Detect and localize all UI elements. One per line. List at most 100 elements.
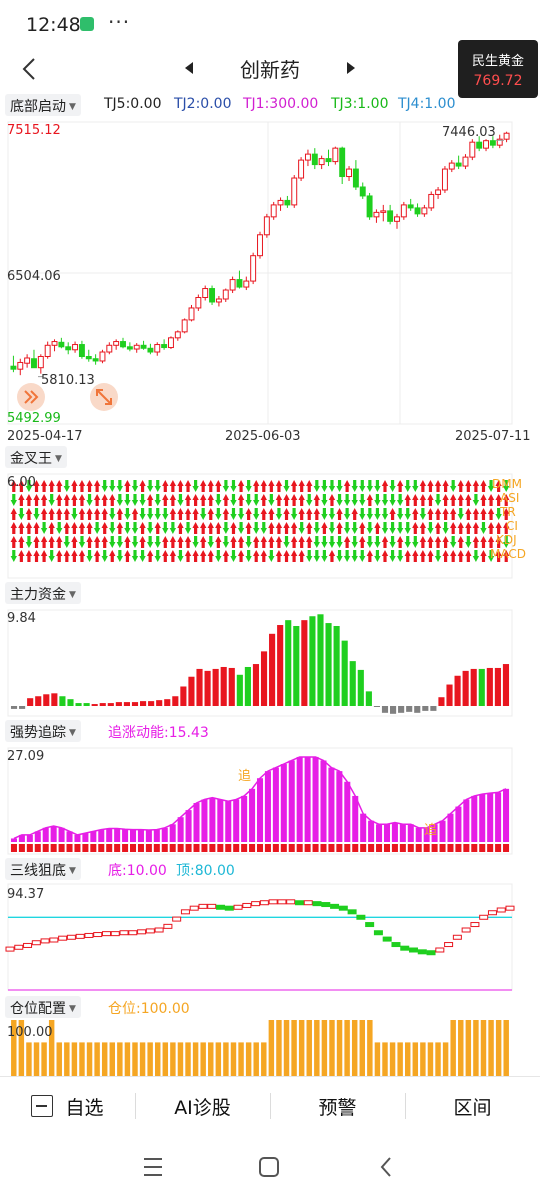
golden-cross-up-arrow — [434, 522, 442, 534]
death-cross-down-arrow — [56, 522, 63, 534]
triple-line-segment — [145, 928, 155, 934]
momentum-base-bar — [233, 844, 240, 852]
death-cross-down-arrow — [253, 522, 260, 534]
position-chart[interactable]: 100.00 — [0, 1020, 540, 1076]
golden-cross-up-arrow — [169, 550, 177, 562]
watchlist-tab[interactable]: 自选 — [0, 1077, 135, 1135]
triple-chart-panel[interactable]: 94.37 — [0, 882, 540, 992]
death-cross-down-arrow — [313, 550, 320, 562]
track-indicator-tag[interactable]: 强势追踪 ▼ — [5, 720, 81, 742]
golden-cross-up-arrow — [245, 508, 252, 520]
momentum-bar — [241, 795, 248, 842]
golden-cross-up-arrow — [260, 494, 267, 506]
momentum-base-bar — [225, 844, 232, 852]
kline-indicator-tag[interactable]: 底部启动 ▼ — [5, 94, 81, 116]
menu-icon[interactable] — [144, 1158, 162, 1176]
triple-indicator-tag[interactable]: 三线狙底 ▼ — [5, 858, 81, 880]
golden-cross-up-arrow — [200, 536, 207, 548]
position-bar — [473, 1020, 479, 1076]
death-cross-down-arrow — [389, 536, 396, 548]
position-bar — [420, 1042, 426, 1076]
prev-stock-icon[interactable] — [182, 59, 196, 77]
death-cross-down-arrow — [162, 508, 169, 520]
triple-indicator-row: 三线狙底 ▼ 底:10.00 顶:80.00 — [0, 856, 540, 882]
triple-line-segment — [452, 934, 462, 940]
position-bar — [298, 1020, 305, 1076]
jcw-chart[interactable]: 6.00 DMM ASI TR CI KDJ MACD — [0, 470, 540, 580]
back-icon[interactable] — [16, 52, 46, 86]
alert-tab[interactable]: 预警 — [270, 1077, 405, 1135]
death-cross-down-arrow — [146, 522, 154, 534]
golden-cross-up-arrow — [86, 522, 93, 534]
golden-cross-up-arrow — [290, 480, 298, 492]
death-cross-down-arrow — [351, 550, 358, 562]
ai-diagnosis-tab[interactable]: AI诊股 — [135, 1077, 270, 1135]
fund-flow-bar — [398, 706, 405, 713]
death-cross-down-arrow — [10, 494, 17, 506]
death-cross-down-arrow — [33, 508, 40, 520]
golden-cross-up-arrow — [184, 550, 192, 562]
kline-chart[interactable]: 7515.12 6504.06 5492.99 7446.03 5810.13 … — [0, 118, 540, 446]
golden-cross-up-arrow — [162, 480, 169, 492]
death-cross-down-arrow — [253, 494, 260, 506]
triple-chart[interactable]: 94.37 — [0, 882, 540, 992]
candle — [284, 199, 291, 206]
death-cross-down-arrow — [237, 522, 245, 534]
golden-cross-up-arrow — [290, 494, 298, 506]
position-chart-panel[interactable]: 100.00 — [0, 1020, 540, 1076]
fund-flow-bar — [244, 666, 251, 706]
position-bar — [170, 1042, 176, 1076]
candle — [167, 337, 174, 349]
position-value: 仓位:100.00 — [108, 1001, 190, 1017]
flow-chart-panel[interactable]: 9.84 — [0, 606, 540, 718]
momentum-bar — [42, 827, 49, 842]
golden-cross-up-arrow — [465, 522, 472, 534]
death-cross-down-arrow — [109, 480, 116, 492]
golden-cross-up-arrow — [139, 522, 146, 534]
candle — [394, 216, 400, 222]
range-tab[interactable]: 区间 — [405, 1077, 540, 1135]
golden-cross-up-arrow — [268, 508, 275, 520]
next-stock-icon[interactable] — [344, 59, 358, 77]
expand-icon[interactable] — [90, 383, 118, 411]
candle — [243, 280, 250, 288]
fund-flow-bar — [333, 626, 340, 706]
fast-forward-button[interactable] — [17, 383, 45, 411]
golden-cross-up-arrow — [146, 550, 154, 562]
watchlist-remove-icon — [31, 1095, 54, 1117]
golden-cross-up-arrow — [260, 550, 267, 562]
golden-cross-up-arrow — [200, 494, 207, 506]
track-chart[interactable]: 27.09 追 追 — [0, 744, 540, 856]
golden-cross-up-arrow — [192, 508, 199, 520]
momentum-bar — [296, 756, 303, 842]
death-cross-down-arrow — [343, 508, 351, 520]
position-bar — [208, 1042, 214, 1076]
momentum-bar — [455, 806, 462, 842]
momentum-base-bar — [137, 844, 144, 852]
gold-price-widget[interactable]: 民生黄金 769.72 — [458, 40, 538, 98]
position-indicator-tag[interactable]: 仓位配置 ▼ — [5, 996, 81, 1018]
jcw-chart-panel[interactable]: 6.00 DMM ASI TR CI KDJ MACD — [0, 470, 540, 580]
golden-cross-up-arrow — [139, 536, 146, 548]
momentum-base-bar — [352, 844, 359, 852]
fund-flow-bar — [35, 696, 42, 706]
position-bar — [283, 1020, 290, 1076]
jcw-indicator-tag[interactable]: 金叉王 ▼ — [5, 446, 67, 468]
golden-cross-up-arrow — [18, 536, 25, 548]
fund-flow-bar — [51, 693, 58, 706]
fund-flow-bar — [365, 691, 372, 706]
system-back-icon[interactable] — [380, 1157, 391, 1177]
flow-indicator-tag[interactable]: 主力资金 ▼ — [5, 582, 81, 604]
position-indicator-row: 仓位配置 ▼ 仓位:100.00 — [0, 994, 540, 1020]
momentum-base-bar — [495, 844, 502, 852]
home-icon[interactable] — [259, 1157, 279, 1177]
tj2-value: TJ2:0.00 — [174, 96, 232, 112]
momentum-bar — [249, 788, 256, 842]
flow-chart[interactable]: 9.84 — [0, 606, 540, 718]
death-cross-down-arrow — [389, 522, 396, 534]
momentum-bar — [439, 820, 446, 842]
track-chart-panel[interactable]: 27.09 追 追 — [0, 744, 540, 856]
candle — [31, 358, 37, 369]
death-cross-down-arrow — [169, 522, 177, 534]
kline-chart-panel[interactable]: 7515.12 6504.06 5492.99 7446.03 5810.13 … — [0, 118, 540, 446]
